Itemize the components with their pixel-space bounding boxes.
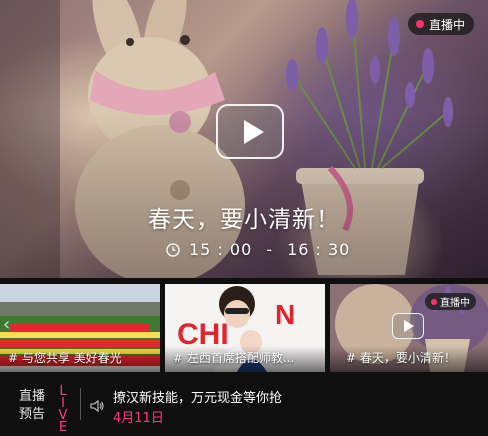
chevron-left-icon[interactable]: ‹	[3, 314, 10, 335]
speaker-icon	[90, 399, 104, 413]
divider	[80, 388, 81, 420]
featured-stream[interactable]: 直播中 春天，要小清新！ 15 : 00 - 16 : 30	[0, 0, 488, 278]
live-stream-widget: 直播中 春天，要小清新！ 15 : 00 - 16 : 30 ‹ # 与您共享 …	[0, 0, 488, 436]
thumbnail-item[interactable]: 直播中 # 春天，要小清新！	[330, 284, 488, 372]
thumbnail-item[interactable]: CHI N # 左西首席搭配师教...	[165, 284, 325, 372]
live-text: LIVE	[58, 384, 68, 435]
time-start: 15 : 00	[189, 240, 253, 259]
thumbnail-label: # 与您共享 美好春光	[8, 351, 122, 365]
play-button[interactable]	[216, 104, 284, 159]
live-badge: 直播中	[425, 293, 476, 310]
notice-date: 4月11日	[113, 411, 164, 426]
notice-title: 撩汉新技能，万元现金等你抢	[113, 391, 283, 406]
live-dot-icon	[431, 298, 437, 305]
play-icon	[244, 120, 264, 144]
play-button[interactable]	[392, 313, 424, 339]
thumbnail-label: # 左西首席搭配师教...	[173, 351, 295, 365]
svg-text:N: N	[275, 299, 295, 330]
thumbnail-label: # 春天，要小清新！	[346, 351, 456, 365]
live-badge-label: 直播中	[428, 17, 465, 32]
live-notice-bar[interactable]: 直播预告 LIVE 撩汉新技能，万元现金等你抢 4月11日	[0, 372, 488, 436]
thumbnail-strip: ‹ # 与您共享 美好春光 CHI N # 左西首席搭配师教... 直播中 # …	[0, 284, 488, 372]
time-separator: -	[266, 240, 274, 259]
notice-label: 直播预告	[19, 389, 46, 422]
thumbnail-item[interactable]: ‹ # 与您共享 美好春光	[0, 284, 160, 372]
live-badge: 直播中	[407, 13, 474, 35]
play-icon	[404, 320, 414, 332]
clock-icon	[166, 242, 180, 257]
time-end: 16 : 30	[287, 240, 351, 259]
stream-time: 15 : 00 - 16 : 30	[166, 240, 350, 259]
live-badge-label: 直播中	[440, 298, 470, 309]
stream-title: 春天，要小清新！	[148, 207, 340, 233]
live-vertical-label: LIVE	[56, 384, 70, 435]
live-dot-icon	[415, 20, 424, 28]
